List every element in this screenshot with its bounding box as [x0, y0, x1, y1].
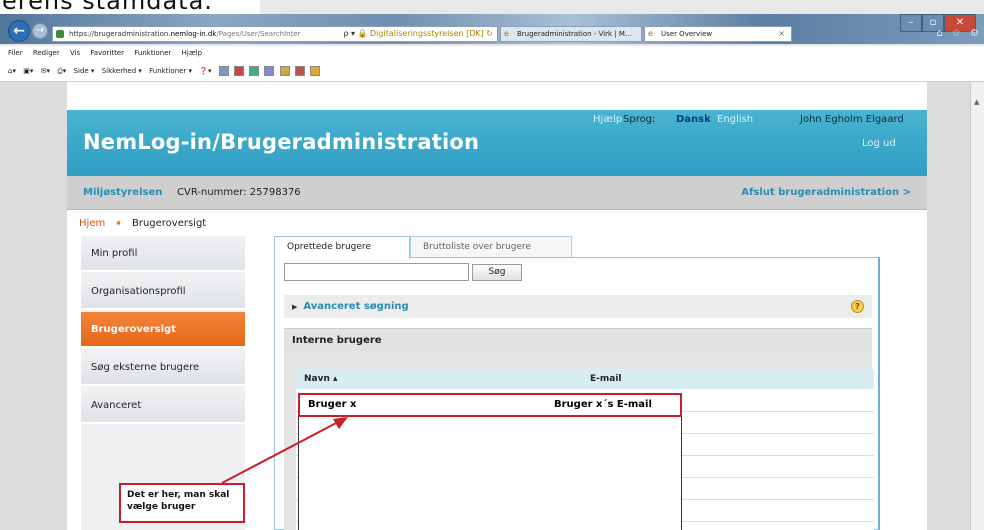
tab-close-icon[interactable]: × [778, 27, 785, 41]
cmd-funktioner[interactable]: Funktioner ▾ [149, 60, 192, 82]
url-prefix: https://brugeradministration. [69, 30, 171, 38]
feeds-icon[interactable]: ▣▾ [23, 60, 33, 82]
vertical-scrollbar[interactable]: ▲ [970, 82, 984, 530]
exit-admin-link[interactable]: Afslut brugeradministration > [741, 187, 911, 198]
table-header: Navn ▴ E-mail [296, 369, 874, 389]
help-link[interactable]: Hjælp [593, 114, 622, 125]
breadcrumb-home[interactable]: Hjem [79, 218, 105, 229]
tab-oprettede-brugere[interactable]: Oprettede brugere [274, 236, 410, 259]
menu-item-funktioner[interactable]: Funktioner [134, 49, 171, 57]
menu-item-rediger[interactable]: Rediger [33, 49, 60, 57]
organization-name[interactable]: Miljøstyrelsen [83, 187, 162, 198]
address-dropdown[interactable]: ρ ▾ [343, 29, 355, 38]
forward-icon[interactable]: → [32, 23, 48, 39]
mail-icon[interactable]: ✉▾ [41, 60, 50, 82]
minimize-button[interactable]: – [900, 14, 922, 32]
users-table-container: Navn ▴ E-mail Bruger x Bruger x´s E-mail [284, 354, 874, 530]
expand-arrow-icon: ▶ [292, 303, 298, 311]
search-button[interactable]: Søg [472, 264, 522, 281]
language-label: Sprog: [623, 114, 656, 125]
header-banner: NemLog-in/Brugeradministration Hjælp Spr… [67, 110, 927, 176]
scroll-up-icon[interactable]: ▲ [974, 98, 979, 106]
row-email: Bruger x´s E-mail [554, 399, 652, 410]
tab-ie-icon: e [648, 29, 653, 38]
section-title: Interne brugere [284, 328, 872, 354]
tab-panel: Søg ▶ Avanceret søgning ? Interne brugere… [274, 257, 880, 530]
browser-tab-user-overview[interactable]: e User Overview × [644, 26, 792, 42]
cmd-sikkerhed[interactable]: Sikkerhed ▾ [102, 60, 142, 82]
advanced-search-label: Avanceret søgning [303, 301, 409, 312]
breadcrumb: Hjem ➧ Brugeroversigt [79, 218, 206, 229]
search-input[interactable] [284, 263, 469, 281]
cvr-number: CVR-nummer: 25798376 [177, 187, 301, 198]
users-table: Navn ▴ E-mail Bruger x Bruger x´s E-mail [296, 369, 874, 530]
cmd-side[interactable]: Side ▾ [74, 60, 95, 82]
url-host: nemlog-in.dk [170, 30, 217, 38]
advanced-search-toggle[interactable]: ▶ Avanceret søgning ? [284, 295, 872, 318]
browser-tab-brugeradministration[interactable]: e Brugeradministration - Virk | M... [500, 26, 642, 42]
tab-ie-icon: e [504, 29, 509, 38]
toolbar-addon-icon[interactable] [218, 66, 229, 76]
toolbar-addon-icon[interactable] [279, 66, 290, 76]
help-icon[interactable]: ❓▾ [199, 60, 211, 82]
back-icon[interactable]: ← [8, 20, 30, 42]
callout-line-2: vælge bruger [127, 502, 196, 512]
url-path: /Pages/User/SearchInter [216, 30, 301, 38]
row-name: Bruger x [308, 399, 357, 410]
print-icon[interactable]: ⎙▾ [57, 60, 66, 82]
home-favorites-settings-icons[interactable]: ⌂ ☆ ⚙ [936, 28, 982, 39]
sidebar-item-organisationsprofil[interactable]: Organisationsprofil [81, 274, 245, 310]
sidebar-item-soeg-eksterne-brugere[interactable]: Søg eksterne brugere [81, 350, 245, 386]
tab-bruttoliste[interactable]: Bruttoliste over brugere [410, 236, 572, 258]
sidebar-item-min-profil[interactable]: Min profil [81, 236, 245, 272]
toolbar-addon-icon[interactable] [264, 66, 275, 76]
language-dansk[interactable]: Dansk [676, 114, 711, 125]
address-bar[interactable]: https://brugeradministration.nemlog-in.d… [52, 26, 498, 42]
toolbar-addon-icon[interactable] [234, 66, 244, 76]
toolbar-addon-icon[interactable] [249, 66, 260, 76]
sidebar-item-brugeroversigt[interactable]: Brugeroversigt [81, 312, 245, 348]
organization-bar: Miljøstyrelsen CVR-nummer: 25798376 Afsl… [67, 176, 927, 210]
toolbar-addon-icon[interactable] [310, 66, 321, 76]
help-icon[interactable]: ? [851, 300, 864, 313]
screenshot: erens stamdata. ← → https://brugeradmini… [0, 0, 984, 530]
main-content: Oprettede brugere Bruttoliste over bruge… [274, 236, 880, 530]
breadcrumb-current: Brugeroversigt [131, 218, 207, 229]
security-lock-label[interactable]: 🔒 Digitaliseringsstyrelsen [DK] ↻ [358, 29, 493, 38]
user-name: John Egholm Elgaard [800, 114, 904, 125]
user-list-dropdown[interactable] [298, 417, 682, 530]
site-favicon-icon [56, 30, 64, 38]
logout-link[interactable]: Log ud [862, 138, 896, 149]
menu-item-hjaelp[interactable]: Hjælp [182, 49, 202, 57]
page-title: NemLog-in/Brugeradministration [83, 130, 480, 154]
sidebar-item-avanceret[interactable]: Avanceret [81, 388, 245, 424]
menu-item-filer[interactable]: Filer [8, 49, 23, 57]
menu-item-vis[interactable]: Vis [70, 49, 80, 57]
column-header-navn[interactable]: Navn ▴ [304, 374, 338, 384]
browser-tab-label: Brugeradministration - Virk | M... [517, 30, 632, 38]
table-row-selected[interactable]: Bruger x Bruger x´s E-mail [298, 393, 682, 417]
toolbar-addon-icon[interactable] [294, 66, 305, 76]
home-icon[interactable]: ⌂▾ [8, 60, 16, 82]
annotation-callout: Det er her, man skal vælge bruger [119, 483, 245, 523]
address-controls[interactable]: ρ ▾ 🔒 Digitaliseringsstyrelsen [DK] ↻ [343, 27, 493, 41]
command-bar: ⌂▾ ▣▾ ✉▾ ⎙▾ Side ▾ Sikkerhed ▾ Funktione… [0, 60, 984, 82]
menu-item-favoritter[interactable]: Favoritter [90, 49, 124, 57]
column-header-email[interactable]: E-mail [590, 374, 622, 384]
web-page: NemLog-in/Brugeradministration Hjælp Spr… [67, 82, 927, 530]
breadcrumb-arrow-icon: ➧ [114, 218, 123, 229]
menu-bar: Filer Rediger Vis Favoritter Funktioner … [0, 46, 984, 60]
callout-line-1: Det er her, man skal [127, 490, 230, 500]
language-english[interactable]: English [717, 114, 753, 125]
document-caption: erens stamdata. [0, 0, 260, 14]
browser-tab-label: User Overview [661, 30, 713, 38]
